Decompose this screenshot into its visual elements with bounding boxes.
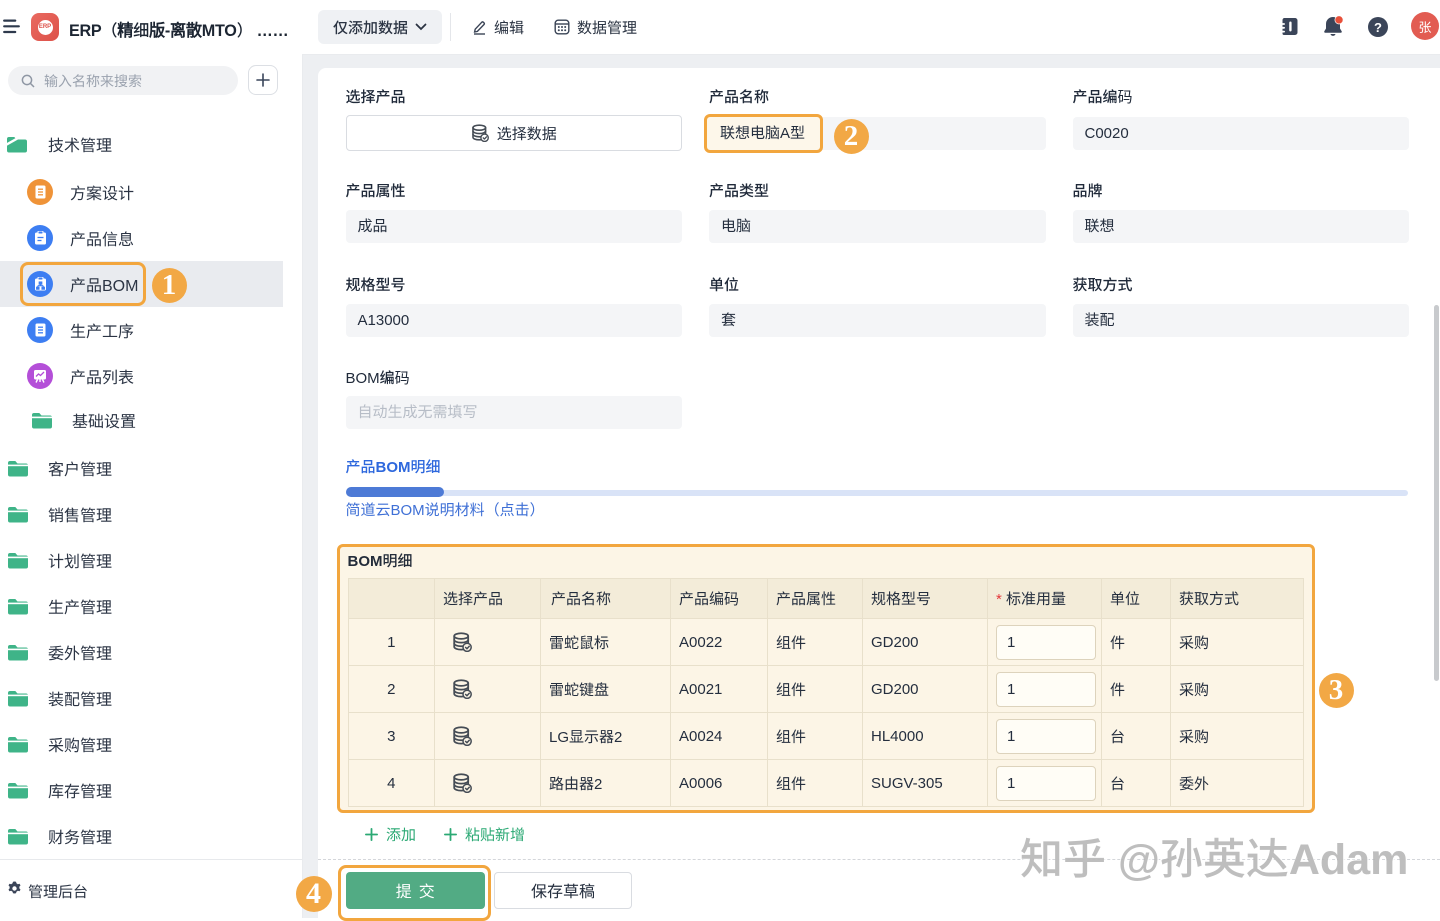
svg-text:?: ? [1374,20,1382,35]
